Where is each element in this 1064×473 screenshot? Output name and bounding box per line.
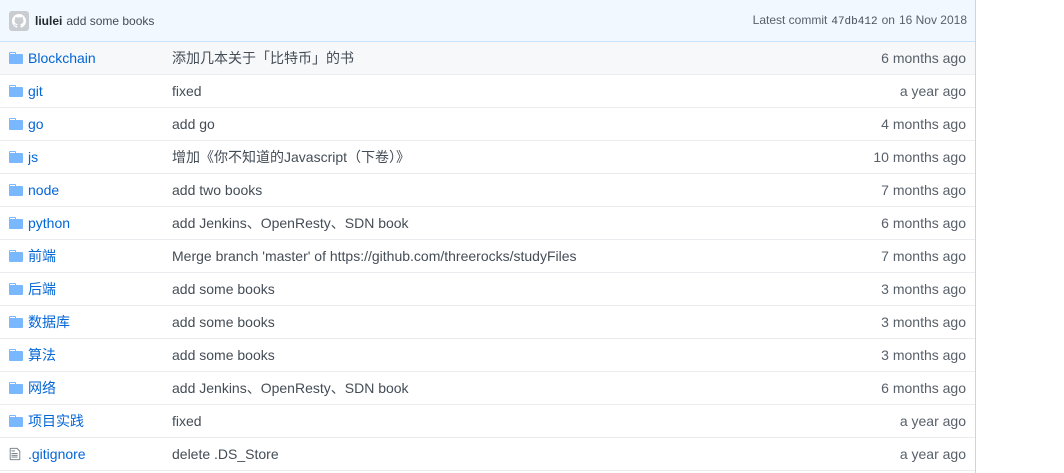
folder-icon — [9, 382, 23, 394]
commit-age: 7 months ago — [881, 248, 966, 264]
row-icon-cell — [0, 151, 28, 163]
commit-age: 6 months ago — [881, 215, 966, 231]
folder-row: 前端 Merge branch 'master' of https://gith… — [0, 240, 975, 273]
folder-row: go add go 4 months ago — [0, 108, 975, 141]
folder-icon — [9, 316, 23, 328]
row-icon-cell — [0, 118, 28, 130]
commit-message-link[interactable]: add some books — [172, 281, 806, 297]
commit-age: 3 months ago — [881, 314, 966, 330]
commit-age: 3 months ago — [881, 281, 966, 297]
row-icon-cell — [0, 184, 28, 196]
commit-message-link[interactable]: add go — [172, 116, 806, 132]
file-name-link[interactable]: Blockchain — [28, 50, 172, 66]
file-name-link[interactable]: 数据库 — [28, 312, 172, 332]
row-icon-cell — [0, 52, 28, 64]
file-list: Blockchain 添加几本关于「比特币」的书 6 months ago gi… — [0, 42, 975, 471]
latest-commit-info: Latest commit 47db412 on 16 Nov 2018 — [753, 13, 967, 28]
file-name-link[interactable]: git — [28, 83, 172, 99]
commit-message-link[interactable]: delete .DS_Store — [172, 446, 806, 462]
file-name-link[interactable]: 前端 — [28, 246, 172, 266]
folder-icon — [9, 415, 23, 427]
commit-age: 10 months ago — [873, 149, 966, 165]
file-name-link[interactable]: go — [28, 116, 172, 132]
commit-age: 6 months ago — [881, 50, 966, 66]
commit-message-link[interactable]: add some books — [172, 314, 806, 330]
folder-row: 算法 add some books 3 months ago — [0, 339, 975, 372]
github-avatar-icon — [12, 13, 26, 28]
row-icon-cell — [0, 217, 28, 229]
commit-message-link[interactable]: fixed — [172, 413, 806, 429]
folder-icon — [9, 250, 23, 262]
commit-message-link[interactable]: Merge branch 'master' of https://github.… — [172, 248, 806, 264]
folder-icon — [9, 52, 23, 64]
commit-age: 3 months ago — [881, 347, 966, 363]
folder-icon — [9, 184, 23, 196]
folder-row: Blockchain 添加几本关于「比特币」的书 6 months ago — [0, 42, 975, 75]
row-icon-cell — [0, 316, 28, 328]
row-icon-cell — [0, 382, 28, 394]
folder-icon — [9, 217, 23, 229]
commit-age: a year ago — [899, 413, 966, 429]
commit-age: 6 months ago — [881, 380, 966, 396]
commit-age: 7 months ago — [881, 182, 966, 198]
row-icon-cell — [0, 85, 28, 97]
folder-row: git fixed a year ago — [0, 75, 975, 108]
folder-row: 网络 add Jenkins、OpenResty、SDN book 6 mont… — [0, 372, 975, 405]
row-icon-cell — [0, 349, 28, 361]
file-row: .gitignore delete .DS_Store a year ago — [0, 438, 975, 471]
file-icon — [9, 447, 21, 461]
file-name-link[interactable]: 后端 — [28, 279, 172, 299]
latest-commit-label: Latest commit — [752, 13, 828, 27]
commit-sha-link[interactable]: 47db412 — [831, 16, 877, 28]
commit-message-link[interactable]: 增加《你不知道的Javascript（下卷）》 — [172, 147, 806, 167]
folder-row: 后端 add some books 3 months ago — [0, 273, 975, 306]
commit-date: 16 Nov 2018 — [898, 13, 967, 27]
folder-row: python add Jenkins、OpenResty、SDN book 6 … — [0, 207, 975, 240]
row-icon-cell — [0, 283, 28, 295]
commit-author-link[interactable]: liulei — [35, 14, 62, 28]
folder-row: 数据库 add some books 3 months ago — [0, 306, 975, 339]
folder-icon — [9, 349, 23, 361]
commit-message-link[interactable]: add two books — [172, 182, 806, 198]
commit-message-link[interactable]: 添加几本关于「比特币」的书 — [172, 48, 806, 68]
file-name-link[interactable]: 网络 — [28, 378, 172, 398]
avatar[interactable] — [9, 10, 29, 31]
commit-message-link[interactable]: fixed — [172, 83, 806, 99]
commit-age: a year ago — [899, 446, 966, 462]
latest-commit-bar: liulei add some books Latest commit 47db… — [0, 0, 975, 42]
file-name-link[interactable]: python — [28, 215, 172, 231]
file-name-link[interactable]: node — [28, 182, 172, 198]
file-name-link[interactable]: 项目实践 — [28, 411, 172, 431]
commit-age: a year ago — [899, 83, 966, 99]
commit-message-link[interactable]: add Jenkins、OpenResty、SDN book — [172, 213, 806, 233]
row-icon-cell — [0, 447, 28, 461]
folder-icon — [9, 283, 23, 295]
folder-icon — [9, 85, 23, 97]
file-listing-panel: liulei add some books Latest commit 47db… — [0, 0, 976, 473]
folder-row: js 增加《你不知道的Javascript（下卷）》 10 months ago — [0, 141, 975, 174]
folder-row: node add two books 7 months ago — [0, 174, 975, 207]
commit-message-link[interactable]: add Jenkins、OpenResty、SDN book — [172, 378, 806, 398]
file-name-link[interactable]: js — [28, 149, 172, 165]
folder-row: 项目实践 fixed a year ago — [0, 405, 975, 438]
file-name-link[interactable]: 算法 — [28, 345, 172, 365]
folder-icon — [9, 151, 23, 163]
commit-message-link[interactable]: add some books — [66, 14, 154, 28]
file-name-link[interactable]: .gitignore — [28, 446, 172, 462]
folder-icon — [9, 118, 23, 130]
row-icon-cell — [0, 250, 28, 262]
commit-message-link[interactable]: add some books — [172, 347, 806, 363]
commit-date-prefix: on — [881, 13, 895, 27]
row-icon-cell — [0, 415, 28, 427]
commit-age: 4 months ago — [881, 116, 966, 132]
